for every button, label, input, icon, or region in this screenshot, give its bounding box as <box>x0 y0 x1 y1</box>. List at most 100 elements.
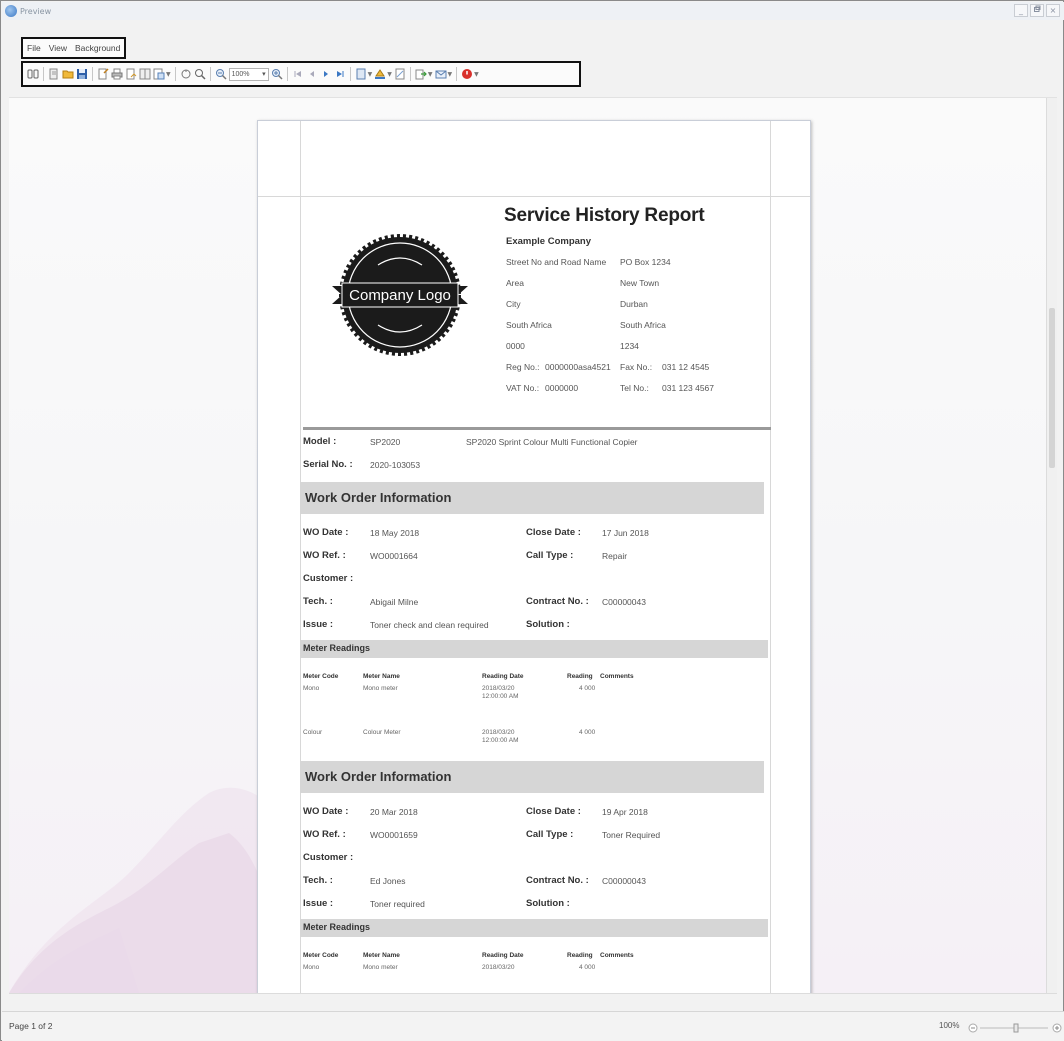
menu-background[interactable]: Background <box>75 43 120 53</box>
meter-code-cell: Mono <box>303 964 320 971</box>
work-order-section-header: Work Order Information <box>300 482 764 514</box>
preview-workspace[interactable]: Company Logo Service History Report Exam… <box>9 97 1057 993</box>
save-icon[interactable] <box>76 68 88 80</box>
wo-ref-label: WO Ref. : <box>303 829 346 840</box>
background-decoration <box>9 787 269 993</box>
export-icon[interactable] <box>415 68 427 80</box>
horizontal-scrollbar[interactable] <box>9 993 1057 1003</box>
postal-line: New Town <box>620 278 660 288</box>
window-title: Preview <box>20 6 52 16</box>
zoom-select[interactable]: 100% ▾ <box>228 67 269 81</box>
close-date-label: Close Date : <box>526 806 581 817</box>
search-icon[interactable] <box>27 68 39 80</box>
toolbar-separator <box>43 67 44 81</box>
tel-no-label: Tel No.: <box>620 383 649 393</box>
quick-print-icon[interactable] <box>125 68 137 80</box>
solution-label: Solution : <box>526 898 570 909</box>
title-bar: Preview _ × <box>2 2 1064 20</box>
zoom-level: 100% <box>939 1021 960 1030</box>
page-margin-right <box>770 121 771 993</box>
page-indicator: Page 1 of 2 <box>9 1021 53 1031</box>
contract-label: Contract No. : <box>526 596 589 607</box>
chevron-down-icon[interactable]: ▼ <box>474 71 479 78</box>
close-button[interactable]: × <box>1046 4 1060 17</box>
address-line: City <box>506 299 521 309</box>
solution-label: Solution : <box>526 619 570 630</box>
meter-readings-header: Meter Readings <box>300 640 768 658</box>
maximize-button[interactable] <box>1030 4 1044 17</box>
reg-no-label: Reg No.: <box>506 362 540 372</box>
scrollbar-thumb[interactable] <box>1049 308 1055 468</box>
toolbar-separator <box>456 67 458 81</box>
call-type-value: Toner Required <box>602 830 661 840</box>
menu-bar: File View Background <box>21 37 126 59</box>
preview-window: Preview _ × File View Background ▼ 100% ▾ <box>0 0 1064 1041</box>
scale-icon[interactable] <box>153 68 165 80</box>
page-color-icon[interactable] <box>374 68 386 80</box>
reading-column: Reading <box>567 952 593 959</box>
zoom-slider[interactable] <box>968 1023 1062 1033</box>
zoom-out-icon[interactable] <box>215 68 227 80</box>
customer-label: Customer : <box>303 852 354 863</box>
reading-column: Reading <box>567 673 593 680</box>
company-name: Example Company <box>506 236 591 247</box>
next-page-icon[interactable] <box>320 68 332 80</box>
model-label: Model : <box>303 436 337 447</box>
zoom-in-icon[interactable] <box>271 68 283 80</box>
contract-value: C00000043 <box>602 876 646 886</box>
meter-name-cell: Mono meter <box>363 964 398 971</box>
wo-date-value: 18 May 2018 <box>370 528 420 538</box>
chevron-down-icon[interactable]: ▼ <box>448 71 453 78</box>
menu-file[interactable]: File <box>27 43 41 53</box>
reading-cell: 4 000 <box>579 964 596 971</box>
watermark-icon[interactable] <box>394 68 406 80</box>
issue-label: Issue : <box>303 619 334 630</box>
previous-page-icon[interactable] <box>306 68 318 80</box>
window-controls: _ × <box>1014 4 1060 17</box>
last-page-icon[interactable] <box>334 68 346 80</box>
close-date-label: Close Date : <box>526 527 581 538</box>
chevron-down-icon[interactable]: ▼ <box>428 71 433 78</box>
call-type-label: Call Type : <box>526 829 574 840</box>
chevron-down-icon[interactable]: ▼ <box>368 71 373 78</box>
print-icon[interactable] <box>111 68 123 80</box>
work-order-section-header: Work Order Information <box>300 761 764 793</box>
vertical-scrollbar[interactable] <box>1046 98 1057 993</box>
toolbar-separator <box>174 67 176 81</box>
page-setup-icon[interactable] <box>97 68 109 80</box>
reading-date-cell: 2018/03/20 <box>482 964 515 971</box>
serial-label: Serial No. : <box>303 459 353 470</box>
fax-no-label: Fax No.: <box>620 362 653 372</box>
toolbar-separator <box>92 67 93 81</box>
multiple-pages-icon[interactable] <box>139 68 151 80</box>
first-page-icon[interactable] <box>292 68 304 80</box>
report-page: Company Logo Service History Report Exam… <box>257 120 811 993</box>
chevron-down-icon[interactable]: ▼ <box>387 71 392 78</box>
wo-date-label: WO Date : <box>303 527 349 538</box>
hand-tool-icon[interactable] <box>180 68 192 80</box>
issue-label: Issue : <box>303 898 334 909</box>
meter-name-cell: Colour Meter <box>363 729 401 736</box>
tech-label: Tech. : <box>303 596 333 607</box>
address-line: Street No and Road Name <box>506 257 607 267</box>
thumbnails-icon[interactable] <box>48 68 60 80</box>
status-bar: Page 1 of 2 100% <box>2 1011 1064 1041</box>
chevron-down-icon[interactable]: ▼ <box>166 71 171 78</box>
open-icon[interactable] <box>62 68 74 80</box>
minimize-button[interactable]: _ <box>1014 4 1028 17</box>
tech-label: Tech. : <box>303 875 333 886</box>
send-email-icon[interactable] <box>435 68 447 80</box>
reading-date-column: Reading Date <box>482 673 524 680</box>
serial-value: 2020-103053 <box>370 460 421 470</box>
app-icon <box>5 5 17 17</box>
meter-code-cell: Mono <box>303 685 320 692</box>
tel-no-value: 031 123 4567 <box>662 383 714 393</box>
magnifier-icon[interactable] <box>194 68 206 80</box>
toolbar-separator <box>286 67 288 81</box>
toolbar-separator <box>409 67 411 81</box>
page-layout-icon[interactable] <box>355 68 367 80</box>
menu-view[interactable]: View <box>49 43 67 53</box>
exit-icon[interactable] <box>461 68 473 80</box>
wo-date-label: WO Date : <box>303 806 349 817</box>
reading-time-cell: 12:00:00 AM <box>482 737 519 744</box>
